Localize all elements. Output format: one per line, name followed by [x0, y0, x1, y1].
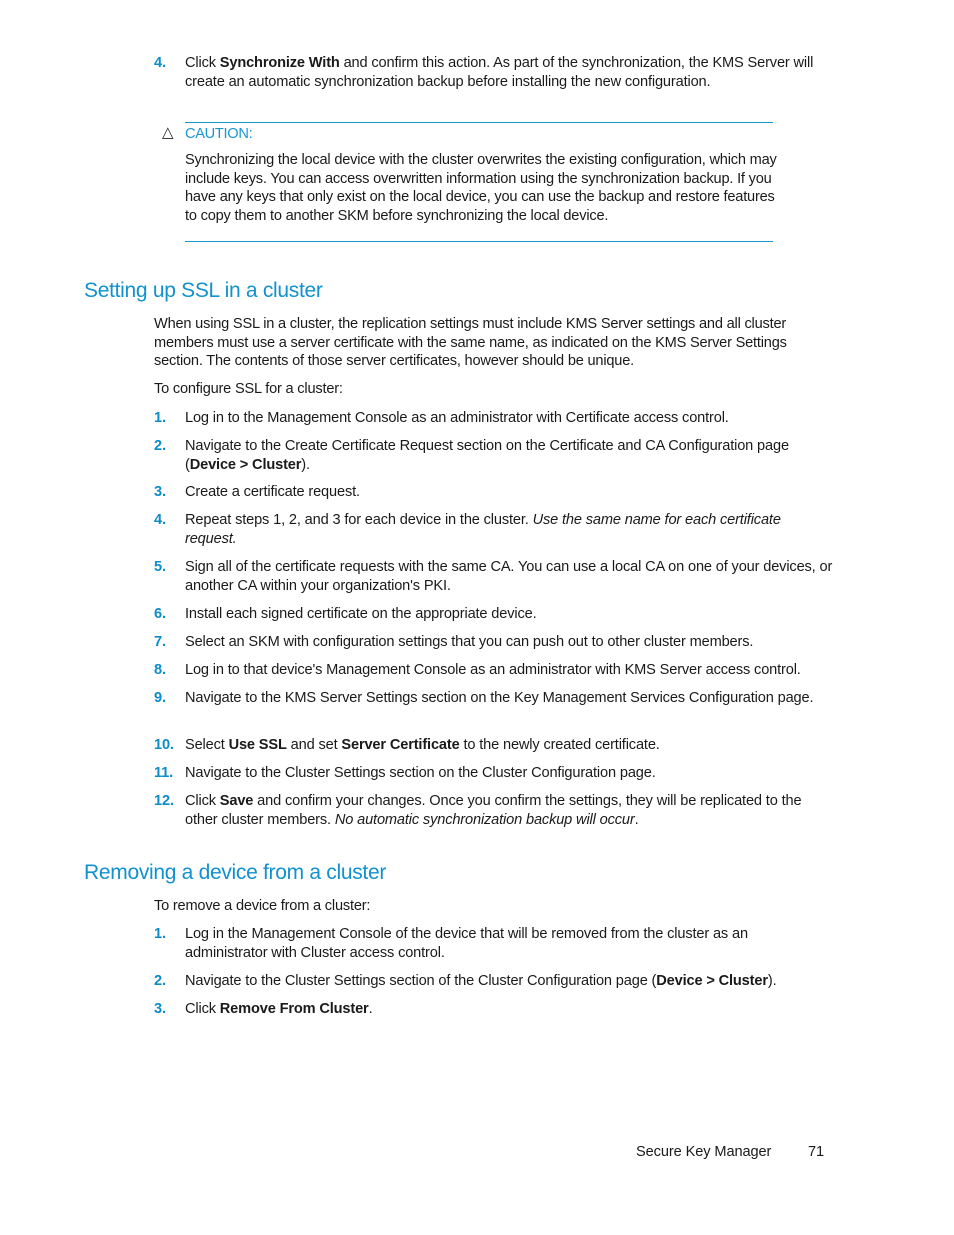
step-number: 4. — [154, 512, 166, 528]
footer-title: Secure Key Manager — [636, 1144, 772, 1160]
step-text-part: Click — [185, 55, 220, 71]
step-number: 1. — [154, 410, 166, 426]
step-text-part: Navigate to the Cluster Settings section… — [185, 765, 656, 781]
section-heading-remove: Removing a device from a cluster — [84, 861, 387, 884]
step-number: 9. — [154, 690, 166, 706]
ui-label-bold: Device > Cluster — [656, 973, 768, 989]
procedure-step: 12. Click Save and confirm your changes. … — [154, 792, 834, 830]
step-text-part: Sign all of the certificate requests wit… — [185, 559, 833, 594]
step-number: 2. — [154, 973, 166, 989]
page-number: 71 — [808, 1144, 825, 1160]
step-number: 1. — [154, 926, 166, 942]
step-text: Click Save and confirm your changes. Onc… — [185, 792, 834, 830]
step-text: Click Remove From Cluster. — [185, 1000, 834, 1019]
step-text-part: ). — [767, 973, 777, 989]
procedure-step: 10. Select Use SSL and set Server Certifi… — [154, 736, 834, 755]
step-text: Navigate to the Cluster Settings section… — [185, 972, 834, 991]
step-number: 3. — [154, 484, 166, 500]
step-number: 7. — [154, 634, 166, 650]
step-text: Repeat steps 1, 2, and 3 for each device… — [185, 511, 834, 549]
step-text: Log in the Management Console of the dev… — [185, 925, 834, 963]
step-text-part: Navigate to the KMS Server Settings sect… — [185, 690, 814, 706]
step-number: 3. — [154, 1001, 166, 1017]
step-text-part: Select an SKM with configuration setting… — [185, 634, 754, 650]
step-number: 2. — [154, 438, 166, 454]
step-text: Select an SKM with configuration setting… — [185, 633, 834, 652]
step-text: Log in to the Management Console as an a… — [185, 409, 834, 428]
procedure-step: 9. Navigate to the KMS Server Settings se… — [154, 689, 834, 708]
step-text: Navigate to the Cluster Settings section… — [185, 764, 834, 783]
procedure-step: 8. Log in to that device's Management Con… — [154, 661, 834, 680]
step-number: 4. — [154, 55, 166, 71]
caution-callout: △ CAUTION: Synchronizing the local devic… — [162, 122, 777, 242]
ui-label-bold: Save — [219, 793, 254, 809]
step-text-part: . — [634, 812, 639, 828]
procedure-step: 1. Log in the Management Console of the d… — [154, 925, 834, 963]
emphasis-text: No automatic synchronization backup will… — [334, 812, 635, 828]
caution-bottom-rule — [185, 241, 773, 242]
procedure-step: 1. Log in to the Management Console as an… — [154, 409, 834, 428]
step-text: Navigate to the Create Certificate Reque… — [185, 437, 834, 475]
procedure-step: 2. Navigate to the Create Certificate Req… — [154, 437, 834, 475]
procedure-step: 4. Click Synchronize With and confirm th… — [154, 54, 834, 92]
step-text-part: Click — [185, 793, 220, 809]
step-text: Navigate to the KMS Server Settings sect… — [185, 689, 834, 708]
step-text-part: to the newly created certificate. — [459, 737, 660, 753]
step-text-part: Log in to the Management Console as an a… — [185, 410, 729, 426]
step-text: Install each signed certificate on the a… — [185, 605, 834, 624]
step-number: 6. — [154, 606, 166, 622]
procedure-step: 5. Sign all of the certificate requests w… — [154, 558, 834, 596]
section-heading-ssl: Setting up SSL in a cluster — [84, 279, 323, 302]
step-number: 5. — [154, 559, 166, 575]
step-text-part: Create a certificate request. — [185, 484, 360, 500]
ui-label-bold: Use SSL — [228, 737, 287, 753]
step-text: Select Use SSL and set Server Certificat… — [185, 736, 834, 755]
procedure-step: 2. Navigate to the Cluster Settings secti… — [154, 972, 834, 991]
step-text-part: and set — [286, 737, 342, 753]
step-text-part: Select — [185, 737, 229, 753]
step-text-part: Click — [185, 1001, 220, 1017]
step-text-part: Log in to that device's Management Conso… — [185, 662, 801, 678]
document-page: 4. Click Synchronize With and confirm th… — [0, 0, 954, 1235]
step-number: 12. — [154, 793, 174, 809]
procedure-step: 4. Repeat steps 1, 2, and 3 for each devi… — [154, 511, 834, 549]
step-text-part: ). — [301, 457, 310, 473]
step-text-part: Log in the Management Console of the dev… — [185, 926, 748, 961]
step-text: Log in to that device's Management Conso… — [185, 661, 834, 680]
step-text-part: Install each signed certificate on the a… — [185, 606, 537, 622]
step-text-part: . — [368, 1001, 373, 1017]
caution-top-rule — [185, 122, 773, 123]
ui-label-bold: Remove From Cluster — [219, 1001, 369, 1017]
ssl-intro-paragraph: When using SSL in a cluster, the replica… — [154, 316, 787, 370]
step-number: 11. — [154, 765, 174, 781]
step-text-part: Repeat steps 1, 2, and 3 for each device… — [185, 512, 533, 528]
step-number: 10. — [154, 737, 174, 753]
remove-lead-paragraph: To remove a device from a cluster: — [154, 898, 371, 914]
page-footer: Secure Key Manager 71 — [636, 1144, 824, 1160]
ui-label-bold: Device > Cluster — [189, 457, 302, 473]
step-text-part: Navigate to the Cluster Settings section… — [185, 973, 657, 989]
caution-label: CAUTION: — [185, 126, 253, 142]
procedure-step: 6. Install each signed certificate on the… — [154, 605, 834, 624]
caution-text: Synchronizing the local device with the … — [185, 152, 777, 224]
ui-label-bold: Server Certificate — [341, 737, 460, 753]
step-text: Create a certificate request. — [185, 483, 834, 502]
step-number: 8. — [154, 662, 166, 678]
warning-triangle-icon: △ — [162, 124, 174, 141]
step-text: Click Synchronize With and confirm this … — [185, 54, 834, 92]
step-text: Sign all of the certificate requests wit… — [185, 558, 834, 596]
ui-label-bold: Synchronize With — [219, 55, 340, 71]
procedure-step: 3. Click Remove From Cluster. — [154, 1000, 834, 1019]
procedure-step: 7. Select an SKM with configuration setti… — [154, 633, 834, 652]
procedure-step: 11. Navigate to the Cluster Settings sect… — [154, 764, 834, 783]
ssl-lead-paragraph: To configure SSL for a cluster: — [154, 381, 343, 397]
procedure-step: 3. Create a certificate request. — [154, 483, 834, 502]
